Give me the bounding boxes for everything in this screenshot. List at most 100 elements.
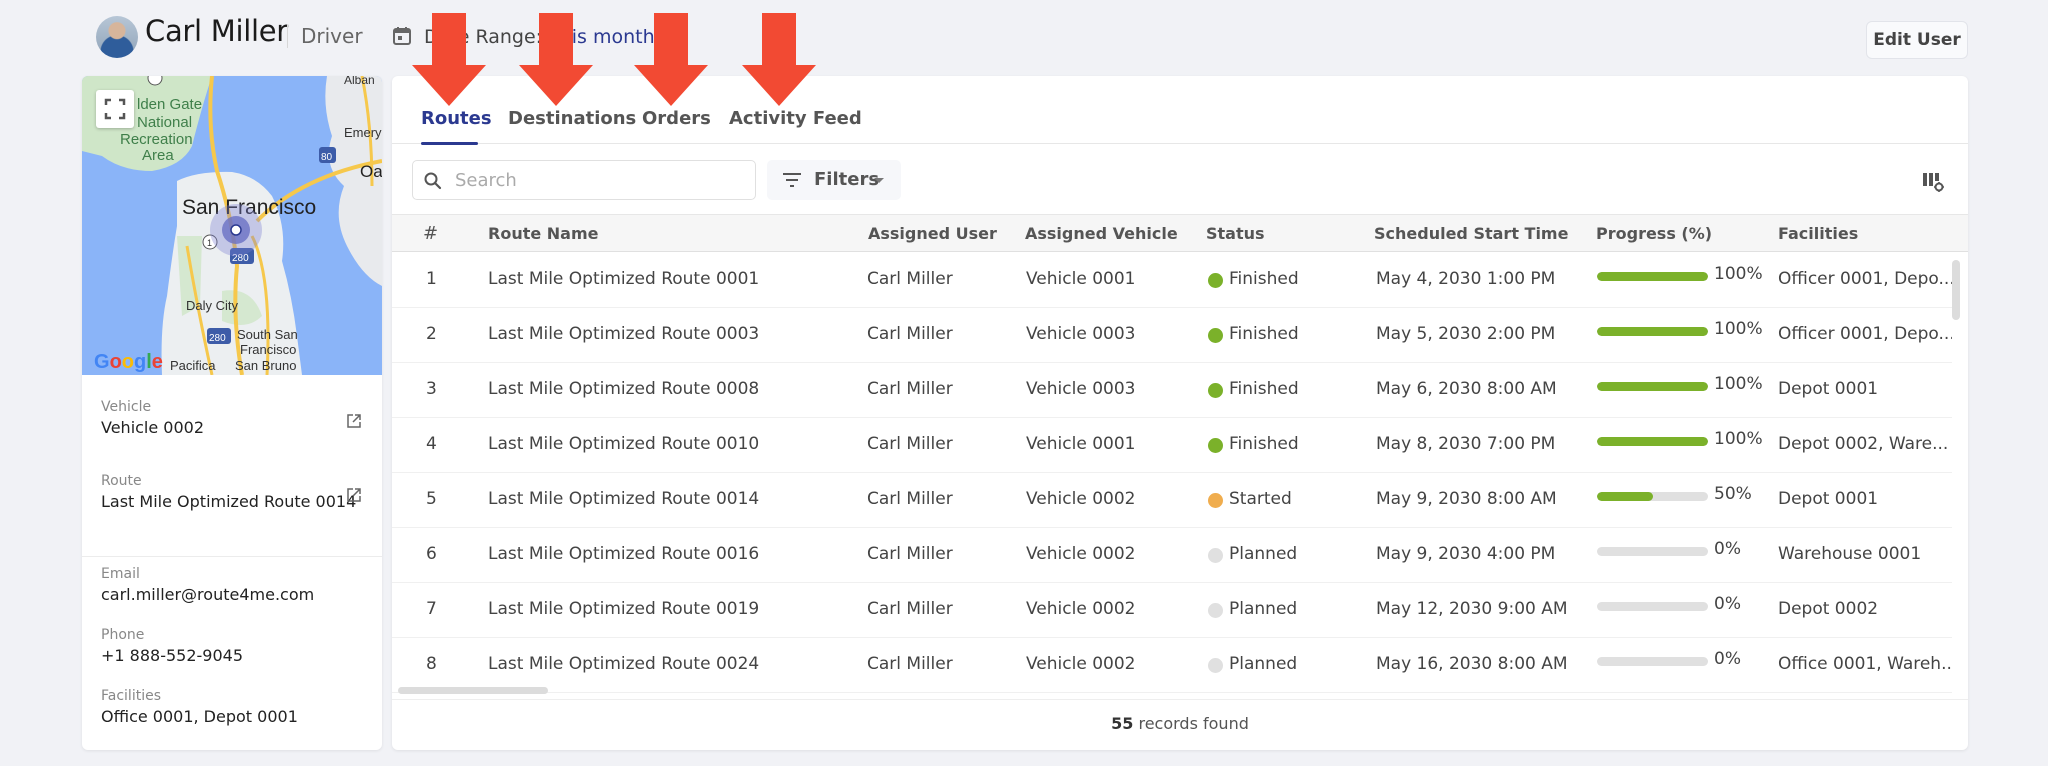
tab-destinations[interactable]: Destinations [508, 108, 636, 129]
cell-assigned-vehicle: Vehicle 0001 [1026, 434, 1136, 454]
external-link-icon[interactable] [346, 413, 362, 429]
column-header-assigned-vehicle[interactable]: Assigned Vehicle [1025, 224, 1178, 243]
search-field[interactable] [412, 160, 756, 200]
cell-facilities: Depot 0002 [1778, 599, 1879, 619]
cell-assigned-vehicle: Vehicle 0002 [1026, 654, 1136, 674]
column-header-status[interactable]: Status [1206, 224, 1265, 243]
progress-bar-fill [1597, 437, 1708, 446]
cell-number: 5 [426, 489, 437, 509]
table-row[interactable]: 2 Last Mile Optimized Route 0003 Carl Mill… [392, 308, 1952, 363]
column-header-route-name[interactable]: Route Name [488, 224, 598, 243]
annotation-arrow-icon [519, 13, 593, 106]
cell-facilities: Depot 0002, Ware... [1778, 434, 1949, 454]
fullscreen-icon [104, 98, 126, 120]
cell-status: Finished [1229, 324, 1299, 344]
cell-number: 4 [426, 434, 437, 454]
progress-bar [1597, 437, 1708, 446]
table-row[interactable]: 6 Last Mile Optimized Route 0016 Carl Mill… [392, 528, 1952, 583]
column-header-facilities[interactable]: Facilities [1778, 224, 1858, 243]
tab-activity-feed[interactable]: Activity Feed [729, 108, 862, 129]
cell-number: 6 [426, 544, 437, 564]
status-dot-icon [1208, 658, 1223, 673]
tab-orders[interactable]: Orders [642, 108, 711, 129]
cell-assigned-user: Carl Miller [867, 599, 953, 619]
map-label: Pacifica [170, 358, 216, 373]
column-header-progress[interactable]: Progress (%) [1596, 224, 1712, 243]
progress-bar-fill [1597, 492, 1653, 501]
table-row[interactable]: 3 Last Mile Optimized Route 0008 Carl Mill… [392, 363, 1952, 418]
search-input[interactable] [455, 161, 745, 199]
column-header-assigned-user[interactable]: Assigned User [868, 224, 997, 243]
cell-route-name: Last Mile Optimized Route 0024 [488, 654, 760, 674]
filter-icon [783, 173, 801, 187]
horizontal-scrollbar[interactable] [398, 687, 548, 694]
cell-facilities: Depot 0001 [1778, 489, 1879, 509]
cell-route-name: Last Mile Optimized Route 0014 [488, 489, 760, 509]
map-label: San Bruno [235, 358, 296, 373]
cell-route-name: Last Mile Optimized Route 0008 [488, 379, 760, 399]
cell-status: Planned [1229, 599, 1298, 619]
progress-value: 100% [1714, 264, 1763, 284]
status-dot-icon [1208, 493, 1223, 508]
external-link-icon[interactable] [346, 487, 362, 503]
annotation-arrow-icon [742, 13, 816, 106]
cell-number: 7 [426, 599, 437, 619]
cell-scheduled-start: May 12, 2030 9:00 AM [1376, 599, 1568, 619]
table-row[interactable]: 8 Last Mile Optimized Route 0024 Carl Mill… [392, 638, 1952, 693]
svg-text:80: 80 [321, 152, 333, 163]
cell-scheduled-start: May 4, 2030 1:00 PM [1376, 269, 1556, 289]
active-tab-indicator [421, 142, 478, 145]
column-header-number[interactable]: # [423, 223, 438, 244]
fullscreen-button[interactable] [96, 90, 134, 128]
progress-bar [1597, 327, 1708, 336]
cell-assigned-user: Carl Miller [867, 324, 953, 344]
table-row[interactable]: 5 Last Mile Optimized Route 0014 Carl Mill… [392, 473, 1952, 528]
svg-text:1: 1 [207, 238, 212, 248]
progress-value: 50% [1714, 484, 1752, 504]
column-header-scheduled-start[interactable]: Scheduled Start Time [1374, 224, 1568, 243]
map-label: lden Gate [137, 96, 202, 113]
chevron-down-icon [874, 178, 884, 183]
svg-text:280: 280 [209, 333, 226, 344]
cell-assigned-user: Carl Miller [867, 654, 953, 674]
table-row[interactable]: 4 Last Mile Optimized Route 0010 Carl Mill… [392, 418, 1952, 473]
progress-bar [1597, 272, 1708, 281]
cell-assigned-vehicle: Vehicle 0002 [1026, 599, 1136, 619]
route-label: Route [101, 473, 142, 489]
cell-number: 1 [426, 269, 437, 289]
cell-route-name: Last Mile Optimized Route 0003 [488, 324, 760, 344]
cell-assigned-vehicle: Vehicle 0001 [1026, 269, 1136, 289]
google-logo: Google [94, 351, 163, 373]
progress-value: 0% [1714, 649, 1741, 669]
table-row[interactable]: 7 Last Mile Optimized Route 0019 Carl Mill… [392, 583, 1952, 638]
column-settings-icon[interactable] [1922, 170, 1944, 192]
cell-assigned-user: Carl Miller [867, 379, 953, 399]
map-label: South San [237, 327, 298, 342]
map-label: Emery [344, 125, 382, 140]
annotation-arrow-icon [412, 13, 486, 106]
records-count: 55 records found [392, 699, 1968, 750]
vehicle-label: Vehicle [101, 399, 152, 415]
annotation-arrow-icon [634, 13, 708, 106]
cell-status: Finished [1229, 269, 1299, 289]
status-dot-icon [1208, 438, 1223, 453]
cell-assigned-user: Carl Miller [867, 544, 953, 564]
records-count-suffix: records found [1133, 714, 1249, 733]
table-row[interactable]: 1 Last Mile Optimized Route 0001 Carl Mill… [392, 253, 1952, 308]
cell-status: Finished [1229, 379, 1299, 399]
cell-status: Planned [1229, 544, 1298, 564]
filters-button[interactable]: Filters [767, 160, 901, 200]
location-map[interactable]: lden Gate National Recreation Area San F… [82, 76, 382, 375]
status-dot-icon [1208, 383, 1223, 398]
edit-user-button[interactable]: Edit User [1866, 21, 1968, 59]
routes-panel: Routes Destinations Orders Activity Feed… [392, 76, 1968, 750]
cell-status: Finished [1229, 434, 1299, 454]
cell-assigned-vehicle: Vehicle 0002 [1026, 489, 1136, 509]
cell-scheduled-start: May 9, 2030 4:00 PM [1376, 544, 1556, 564]
facilities-value: Office 0001, Depot 0001 [101, 707, 298, 726]
map-label: Oa [360, 162, 382, 181]
tab-bar: Routes Destinations Orders Activity Feed [392, 76, 1968, 145]
vertical-scrollbar[interactable] [1952, 260, 1960, 320]
tab-routes[interactable]: Routes [421, 108, 492, 129]
map-label: Area [142, 147, 174, 164]
